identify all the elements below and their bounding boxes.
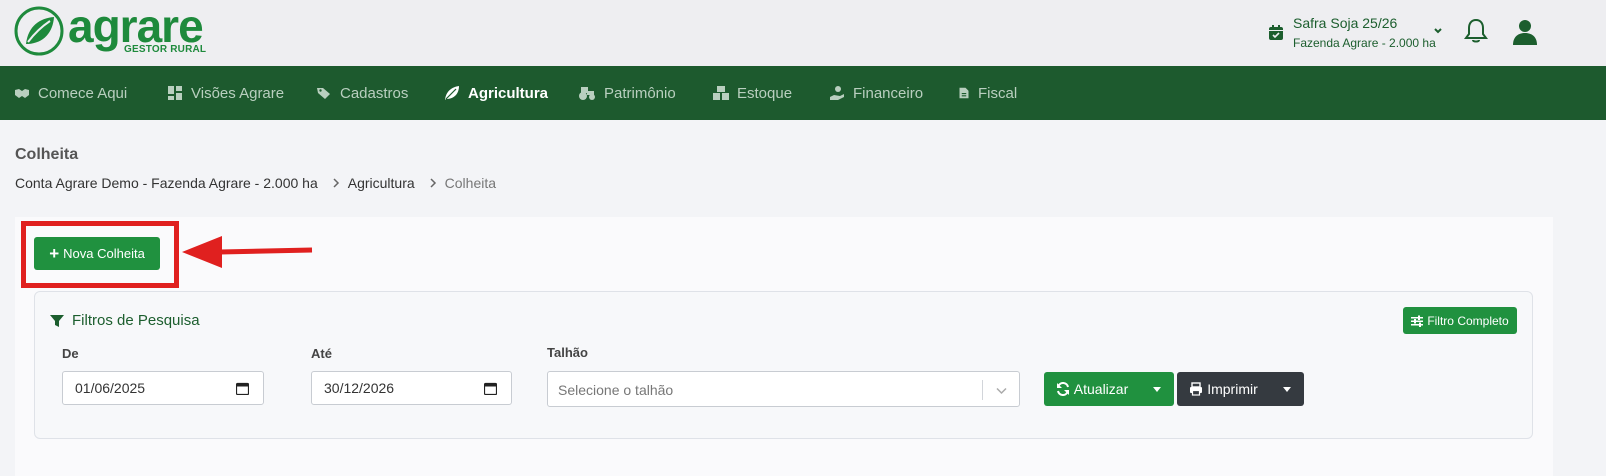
nav-item-patrimonio[interactable]: Patrimônio bbox=[578, 66, 676, 120]
chevron-down-icon[interactable] bbox=[1432, 25, 1444, 37]
nav-item-agricultura[interactable]: Agricultura bbox=[444, 66, 548, 120]
calendar-icon[interactable] bbox=[236, 382, 249, 395]
nav-item-fiscal[interactable]: Fiscal bbox=[958, 66, 1017, 120]
filter-icon bbox=[50, 314, 64, 327]
breadcrumb-colheita: Colheita bbox=[444, 175, 497, 191]
plot-select-placeholder: Selecione o talhão bbox=[558, 382, 674, 398]
filters-title: Filtros de Pesquisa bbox=[50, 312, 200, 329]
refresh-button-group: Atualizar bbox=[1044, 372, 1174, 406]
breadcrumb-agricultura[interactable]: Agricultura bbox=[348, 175, 415, 191]
top-header: agrare GESTOR RURAL Safra Soja 25/26 Faz… bbox=[0, 0, 1606, 66]
tractor-icon bbox=[579, 87, 595, 100]
season-farm: Fazenda Agrare - 2.000 ha bbox=[1293, 36, 1436, 50]
logo-word: agrare bbox=[68, 0, 204, 52]
caret-down-icon bbox=[1153, 387, 1161, 392]
tags-icon bbox=[317, 88, 330, 99]
chevron-right-icon bbox=[333, 178, 339, 188]
to-date-label: Até bbox=[311, 346, 332, 361]
sliders-icon bbox=[1411, 315, 1424, 327]
user-icon[interactable] bbox=[1510, 17, 1540, 47]
full-filter-button[interactable]: Filtro Completo bbox=[1403, 307, 1517, 334]
nav-item-estoque[interactable]: Estoque bbox=[713, 66, 792, 120]
print-button[interactable]: Imprimir bbox=[1177, 372, 1270, 406]
calendar-icon[interactable] bbox=[484, 382, 497, 395]
plot-label: Talhão bbox=[547, 345, 588, 360]
annotation-arrow-icon bbox=[182, 236, 313, 268]
chevron-right-icon bbox=[430, 178, 436, 188]
annotation-highlight-box bbox=[21, 221, 179, 288]
print-dropdown-toggle[interactable] bbox=[1270, 372, 1304, 406]
nav-item-comece-aqui[interactable]: Comece Aqui bbox=[14, 66, 127, 120]
print-button-group: Imprimir bbox=[1177, 372, 1304, 406]
select-divider bbox=[982, 380, 983, 400]
main-nav: Comece Aqui Visões Agrare Cadastros Agri… bbox=[0, 66, 1606, 120]
dashboard-icon bbox=[168, 86, 182, 100]
season-selector[interactable]: Safra Soja 25/26 Fazenda Agrare - 2.000 … bbox=[1269, 14, 1436, 52]
refresh-button[interactable]: Atualizar bbox=[1044, 372, 1140, 406]
leaf-logo-icon bbox=[14, 6, 64, 56]
nav-item-visoes-agrare[interactable]: Visões Agrare bbox=[167, 66, 284, 120]
from-date-input[interactable]: 01/06/2025 bbox=[62, 371, 264, 405]
plot-select[interactable]: Selecione o talhão bbox=[547, 371, 1020, 407]
hand-coin-icon bbox=[830, 86, 844, 100]
breadcrumb: Conta Agrare Demo - Fazenda Agrare - 2.0… bbox=[15, 175, 496, 191]
logo-tagline: GESTOR RURAL bbox=[124, 44, 207, 55]
bell-icon[interactable] bbox=[1463, 17, 1489, 45]
printer-icon bbox=[1190, 382, 1203, 396]
page-title: Colheita bbox=[15, 146, 79, 163]
calendar-check-icon bbox=[1269, 25, 1283, 40]
to-date-input[interactable]: 30/12/2026 bbox=[311, 371, 512, 405]
leaf-icon bbox=[445, 86, 459, 100]
refresh-dropdown-toggle[interactable] bbox=[1140, 372, 1174, 406]
boxes-icon bbox=[713, 86, 729, 100]
logo[interactable]: agrare GESTOR RURAL bbox=[14, 0, 207, 56]
season-title: Safra Soja 25/26 bbox=[1293, 15, 1398, 31]
from-date-label: De bbox=[62, 346, 79, 361]
chevron-down-icon bbox=[996, 387, 1007, 395]
handshake-icon bbox=[15, 89, 29, 98]
file-invoice-icon bbox=[959, 87, 969, 99]
search-filters-panel bbox=[34, 291, 1533, 439]
sync-icon bbox=[1056, 382, 1069, 396]
nav-item-cadastros[interactable]: Cadastros bbox=[316, 66, 408, 120]
caret-down-icon bbox=[1283, 387, 1291, 392]
nav-item-financeiro[interactable]: Financeiro bbox=[829, 66, 923, 120]
breadcrumb-account[interactable]: Conta Agrare Demo - Fazenda Agrare - 2.0… bbox=[15, 175, 318, 191]
